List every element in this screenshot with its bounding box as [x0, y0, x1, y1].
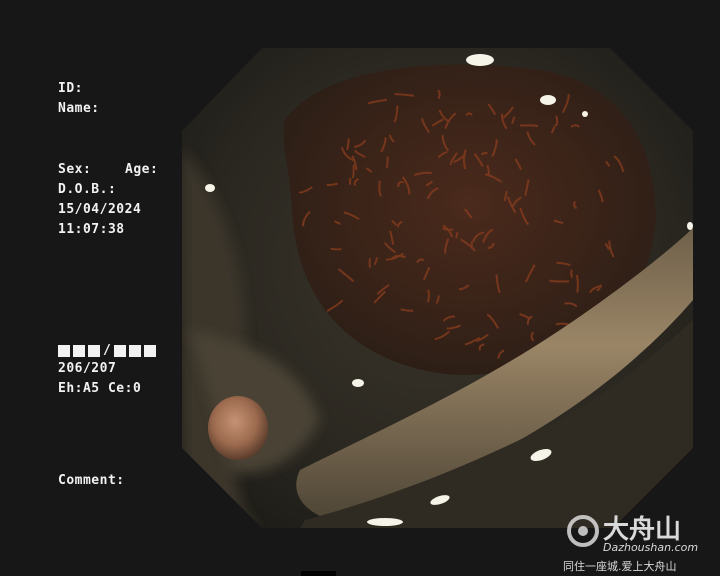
age-label: Age: [125, 162, 159, 177]
vascular-pattern [385, 156, 389, 168]
vascular-pattern [520, 124, 539, 128]
exam-date: 15/04/2024 [58, 202, 142, 217]
bottom-marker [301, 571, 336, 576]
vascular-pattern [549, 279, 570, 283]
sex-label: Sex: [58, 162, 92, 177]
vascular-pattern [351, 164, 355, 179]
counter-blocks: / [58, 344, 156, 357]
dob-label: D.O.B.: [58, 182, 117, 197]
comment-label: Comment: [58, 473, 125, 488]
vascular-pattern [330, 247, 342, 251]
watermark-url: Dazhoushan.com [603, 541, 699, 554]
vascular-pattern [426, 289, 430, 303]
exam-time: 11:07:38 [58, 222, 125, 237]
watermark-slogan: 同住一座城.爱上大舟山 [563, 560, 677, 573]
endoscopy-screen: ID: Name: Sex: Age: D.O.B.: 15/04/2024 1… [0, 0, 720, 576]
vascular-pattern [576, 274, 579, 293]
vascular-pattern [368, 258, 372, 269]
enhancement-settings: Eh:A5 Ce:0 [58, 381, 142, 396]
id-label: ID: [58, 81, 83, 96]
frame-counter: 206/207 [58, 361, 117, 376]
name-label: Name: [58, 101, 100, 116]
